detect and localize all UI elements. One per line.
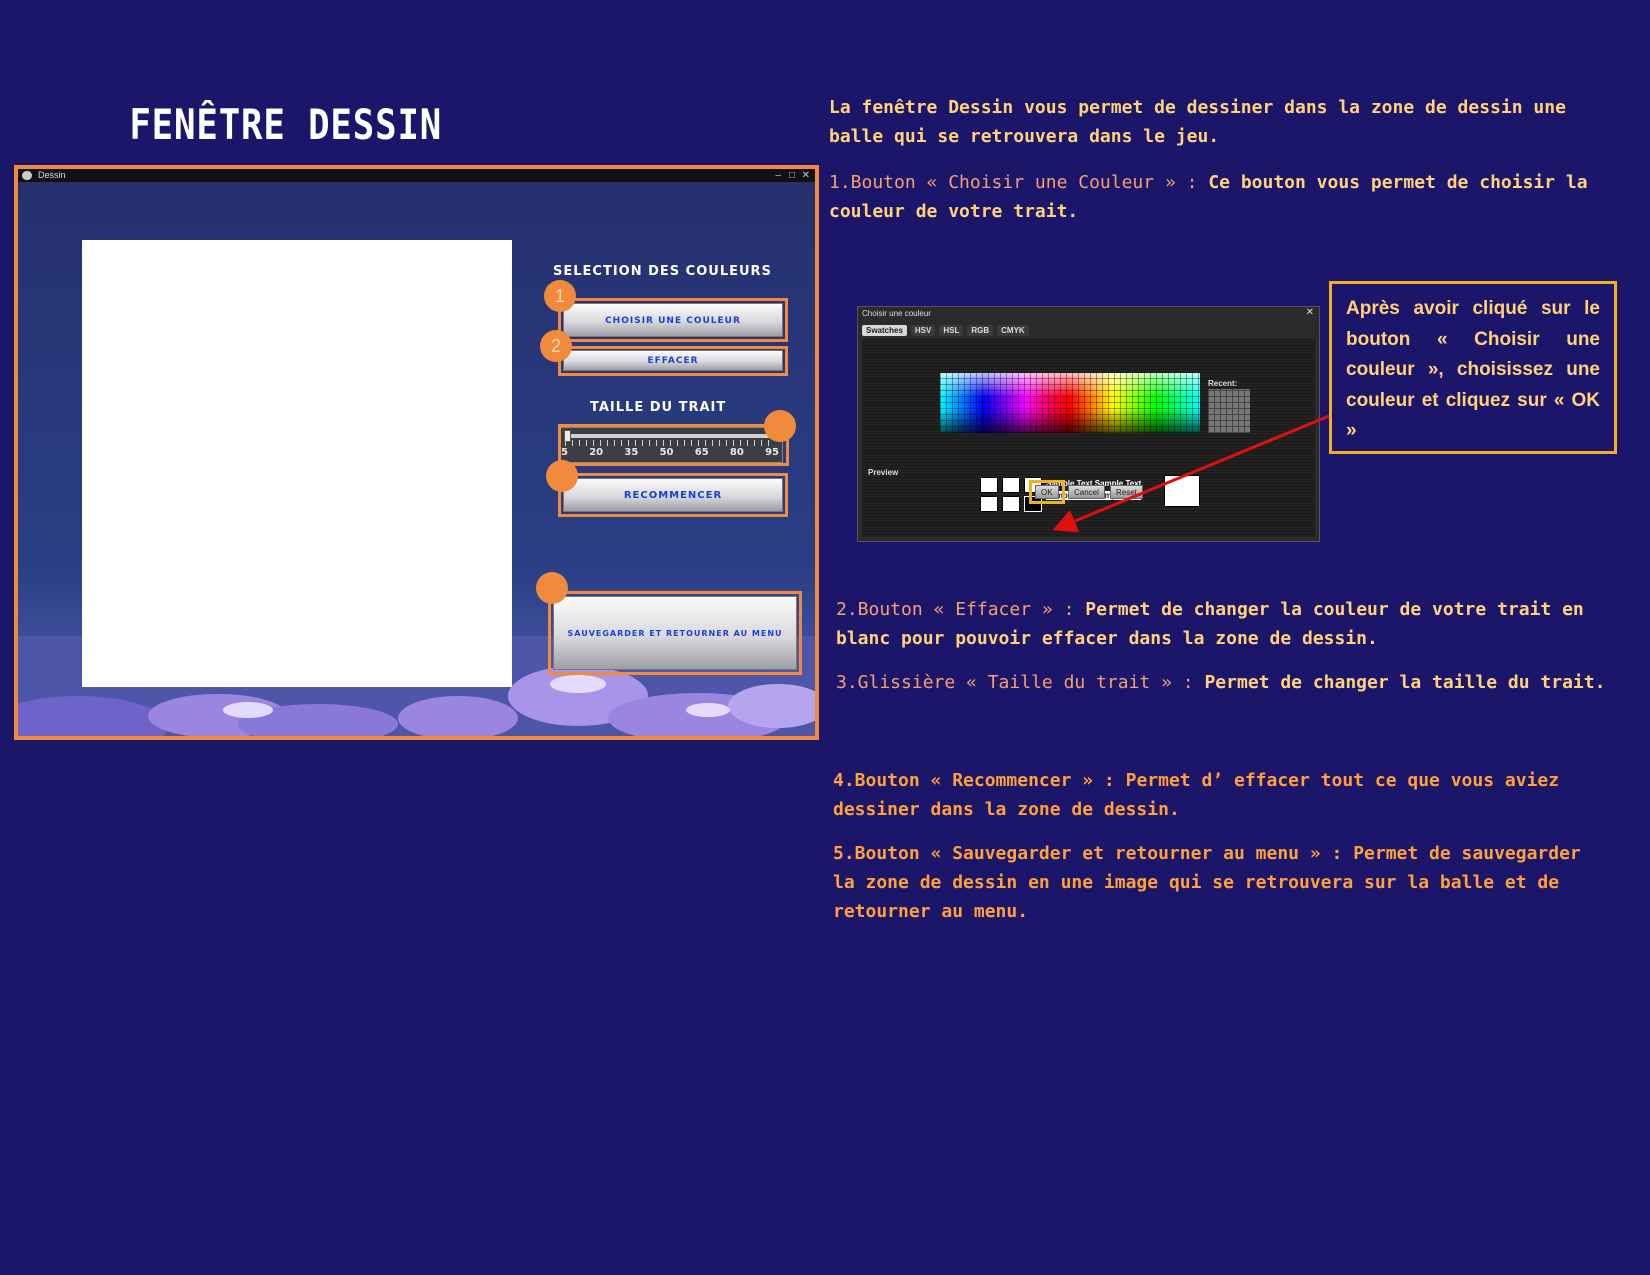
preview-swatch	[1002, 496, 1020, 512]
ok-instruction-callout: Après avoir cliqué sur le bouton « Chois…	[1329, 281, 1617, 454]
recent-swatches[interactable]	[1208, 389, 1250, 433]
slider-highlight	[558, 424, 789, 466]
item-2-label: 2.Bouton « Effacer » :	[836, 599, 1075, 620]
close-icon[interactable]: ✕	[802, 169, 810, 182]
stroke-size-label: TAILLE DU TRAIT	[590, 400, 727, 415]
tab-rgb[interactable]: RGB	[967, 325, 994, 336]
item-1-description: 1.Bouton « Choisir une Couleur » : Ce bo…	[829, 168, 1589, 226]
item-5-description: 5.Bouton « Sauvegarder et retourner au m…	[833, 839, 1603, 926]
reset-button[interactable]: Reset	[1110, 485, 1143, 499]
page-title: FENÊTRE DESSIN	[129, 100, 443, 149]
chooser-title: Choisir une couleur	[862, 309, 931, 318]
color-chooser-dialog: Choisir une couleur ✕ Swatches HSV HSL R…	[857, 306, 1320, 542]
window-titlebar: Dessin – □ ✕	[18, 169, 815, 182]
tab-hsl[interactable]: HSL	[939, 325, 964, 336]
intro-text: La fenêtre Dessin vous permet de dessine…	[829, 97, 1566, 147]
window-title: Dessin	[38, 170, 66, 180]
drawing-canvas[interactable]	[82, 240, 512, 687]
marker-5	[536, 572, 568, 604]
minimize-icon[interactable]: –	[775, 169, 781, 182]
preview-swatch	[980, 477, 998, 493]
marker-4	[546, 460, 578, 492]
preview-large-swatch	[1164, 475, 1200, 507]
erase-button[interactable]: EFFACER	[563, 350, 783, 371]
cancel-button[interactable]: Cancel	[1068, 485, 1105, 499]
chooser-close-icon[interactable]: ✕	[1306, 307, 1314, 318]
recent-label: Recent:	[1208, 379, 1238, 388]
item-2-description: 2.Bouton « Effacer » : Permet de changer…	[836, 595, 1626, 653]
dessin-window-screenshot: Dessin – □ ✕ SELECTION DES COULEURS CHOI…	[14, 165, 819, 740]
window-body: SELECTION DES COULEURS CHOISIR UNE COULE…	[18, 182, 815, 736]
marker-2: 2	[540, 330, 572, 362]
item-3-text: Permet de changer la taille du trait.	[1204, 672, 1606, 693]
item-4-description: 4.Bouton « Recommencer » : Permet d’ eff…	[833, 766, 1603, 824]
preview-swatch	[980, 496, 998, 512]
marker-1: 1	[544, 280, 576, 312]
marker-3	[764, 410, 796, 442]
item-3-description: 3.Glissière « Taille du trait » : Permet…	[836, 668, 1626, 697]
ok-button[interactable]: OK	[1035, 485, 1059, 499]
chooser-body: Recent: Preview Sample Text Sample Text …	[862, 339, 1315, 537]
restart-button[interactable]: RECOMMENCER	[563, 478, 783, 512]
preview-label: Preview	[868, 468, 899, 477]
swatch-grid	[940, 373, 1200, 433]
item-5-label: 5.Bouton « Sauvegarder et retourner au m…	[833, 843, 1343, 864]
save-return-button[interactable]: SAUVEGARDER ET RETOURNER AU MENU	[553, 596, 797, 670]
selection-colors-label: SELECTION DES COULEURS	[553, 264, 772, 279]
choose-color-button[interactable]: CHOISIR UNE COULEUR	[563, 303, 783, 337]
item-3-label: 3.Glissière « Taille du trait » :	[836, 672, 1194, 693]
item-1-label: 1.Bouton « Choisir une Couleur » :	[829, 172, 1198, 193]
tab-swatches[interactable]: Swatches	[862, 325, 907, 336]
item-4-label: 4.Bouton « Recommencer » :	[833, 770, 1115, 791]
chooser-tabs: Swatches HSV HSL RGB CMYK	[862, 325, 1029, 336]
maximize-icon[interactable]: □	[789, 169, 795, 182]
preview-swatch	[1002, 477, 1020, 493]
tab-cmyk[interactable]: CMYK	[997, 325, 1029, 336]
app-icon	[22, 171, 32, 180]
tab-hsv[interactable]: HSV	[910, 325, 936, 336]
